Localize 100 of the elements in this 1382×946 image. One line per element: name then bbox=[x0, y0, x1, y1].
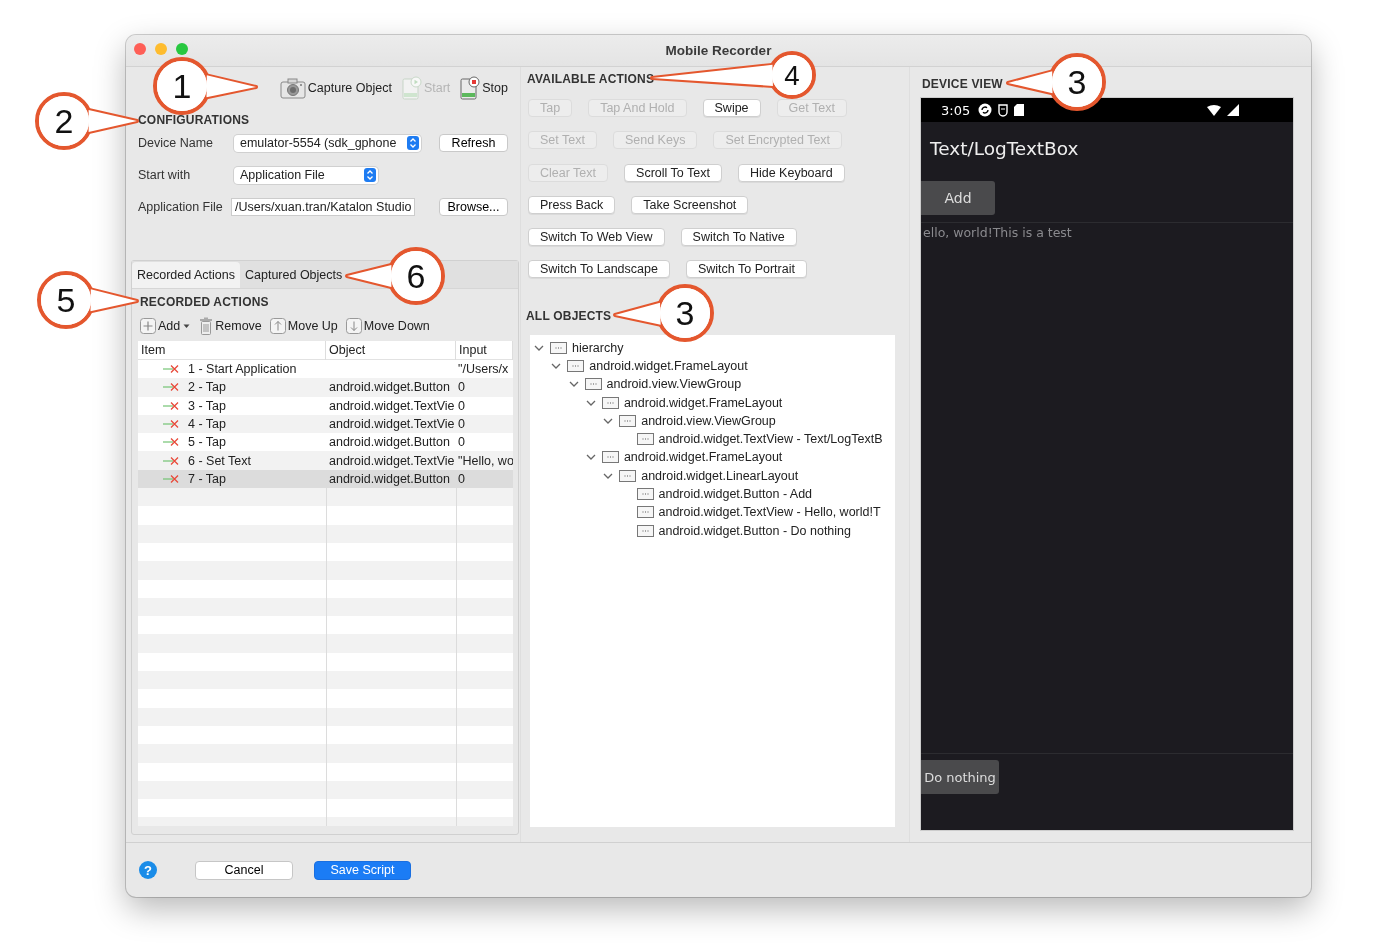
toolbar-button[interactable]: Capture Object bbox=[279, 77, 392, 99]
tree-item[interactable]: android.widget.Button - Do nothing bbox=[658, 523, 851, 538]
toolbar-button[interactable]: Remove bbox=[199, 317, 262, 335]
action-button[interactable]: Switch To Native bbox=[680, 228, 797, 247]
stepper-icon bbox=[364, 168, 376, 182]
field-label: Application File bbox=[138, 200, 224, 214]
table-cell-text: "/Users/x bbox=[457, 362, 510, 377]
table-cell-text: android.widget.TextVie bbox=[328, 398, 456, 413]
tree-item[interactable]: android.widget.Button - Add bbox=[658, 487, 813, 501]
section-heading: ALL OBJECTS bbox=[526, 309, 612, 324]
table-cell-text: 0 bbox=[457, 435, 466, 450]
table-cell-text: 0 bbox=[457, 471, 466, 486]
caret-icon bbox=[182, 323, 192, 329]
window-title: Mobile Recorder bbox=[665, 43, 772, 58]
shield-icon bbox=[998, 103, 1009, 117]
dropdown[interactable]: Application File bbox=[234, 166, 378, 184]
element-icon bbox=[601, 396, 619, 409]
phone-play-icon bbox=[401, 76, 422, 100]
field-label: Device Name bbox=[138, 136, 215, 150]
toolbar-button[interactable]: Move Down bbox=[345, 318, 430, 334]
table-cell-text: 6 - Set Text bbox=[187, 453, 251, 468]
tree-item[interactable]: android.widget.LinearLayout bbox=[641, 468, 799, 483]
element-icon bbox=[619, 469, 637, 482]
tree-item[interactable]: android.view.ViewGroup bbox=[606, 377, 742, 392]
browse-button[interactable]: Browse... bbox=[439, 198, 508, 216]
element-icon bbox=[550, 341, 567, 354]
table-cell-text: android.widget.Button bbox=[328, 380, 451, 395]
tree-item[interactable]: android.widget.TextView - Hello, world!T bbox=[658, 505, 881, 520]
field-label: Start with bbox=[138, 168, 192, 182]
close-button[interactable] bbox=[134, 43, 146, 55]
cancel-button[interactable]: Cancel bbox=[195, 860, 293, 880]
table-cell-text: 2 - Tap bbox=[187, 380, 226, 395]
section-heading: RECORDED ACTIONS bbox=[140, 295, 269, 309]
element-icon bbox=[584, 378, 602, 391]
signal-icon bbox=[1227, 104, 1239, 116]
element-icon bbox=[636, 488, 654, 500]
tree-item[interactable]: hierarchy bbox=[572, 340, 624, 355]
table-cell-text: android.widget.Button bbox=[328, 471, 451, 486]
element-icon bbox=[636, 524, 654, 537]
save-button[interactable]: Save Script bbox=[314, 860, 411, 880]
add-button[interactable]: Add bbox=[921, 181, 995, 215]
tree-item[interactable]: android.widget.FrameLayout bbox=[623, 395, 783, 410]
action-button[interactable]: Press Back bbox=[528, 195, 616, 214]
log-text: ello, world!This is a test bbox=[923, 225, 1072, 240]
section-heading: DEVICE VIEW bbox=[922, 77, 1003, 91]
action-button[interactable]: Switch To Web View bbox=[528, 228, 665, 247]
step-icon bbox=[163, 437, 180, 448]
action-button[interactable]: Swipe bbox=[702, 99, 761, 117]
element-icon bbox=[636, 506, 654, 519]
element-icon bbox=[636, 433, 654, 446]
action-button[interactable]: Switch To Landscape bbox=[528, 260, 670, 279]
app-title: Text/LogTextBox bbox=[930, 138, 1079, 159]
tab[interactable]: Captured Objects bbox=[240, 262, 348, 288]
stepper-icon bbox=[407, 136, 419, 150]
table-cell-text: android.widget.Button bbox=[328, 435, 451, 450]
table-cell-text: 7 - Tap bbox=[187, 471, 226, 486]
element-icon bbox=[619, 414, 637, 427]
table-cell-text: "Hello, wo bbox=[457, 453, 513, 468]
step-icon bbox=[163, 364, 180, 375]
step-icon bbox=[163, 455, 180, 466]
input-field[interactable]: /Users/xuan.tran/Katalon Studio bbox=[231, 198, 415, 216]
table-cell-text: 5 - Tap bbox=[187, 435, 226, 450]
tab[interactable]: Recorded Actions bbox=[132, 262, 240, 288]
help-button[interactable]: ? bbox=[139, 861, 157, 879]
sync-icon bbox=[978, 103, 993, 117]
action-button[interactable]: Take Screenshot bbox=[631, 195, 749, 214]
tree-item[interactable]: android.view.ViewGroup bbox=[641, 413, 776, 428]
step-icon bbox=[163, 382, 180, 393]
toolbar-button[interactable]: Stop bbox=[460, 76, 508, 100]
element-icon bbox=[567, 359, 585, 372]
trash-icon bbox=[199, 317, 214, 335]
table-cell-text: 4 - Tap bbox=[187, 417, 226, 432]
table-cell-text: 0 bbox=[457, 417, 466, 432]
toolbar-button[interactable]: Move Up bbox=[269, 318, 338, 334]
section-heading: AVAILABLE ACTIONS bbox=[527, 72, 655, 86]
table-cell-text: 0 bbox=[457, 380, 466, 395]
step-icon bbox=[163, 400, 180, 411]
status-time: 3:05 bbox=[941, 102, 971, 118]
table-cell-text: 0 bbox=[457, 398, 466, 413]
action-button[interactable]: Scroll To Text bbox=[624, 163, 722, 182]
action-button[interactable]: Hide Keyboard bbox=[737, 163, 845, 182]
tree-item[interactable]: android.widget.FrameLayout bbox=[623, 450, 783, 465]
tree-item[interactable]: android.widget.FrameLayout bbox=[589, 358, 748, 373]
section-heading: CONFIGURATIONS bbox=[138, 113, 250, 127]
toolbar-button[interactable]: Add bbox=[140, 318, 192, 334]
step-icon bbox=[163, 419, 180, 430]
camera-icon bbox=[279, 77, 306, 99]
phone-record-icon bbox=[460, 76, 481, 100]
tree-item[interactable]: android.widget.TextView - Text/LogTextB bbox=[658, 432, 883, 447]
dropdown[interactable]: emulator-5554 (sdk_gphone bbox=[234, 134, 421, 152]
action-button[interactable]: Switch To Portrait bbox=[685, 260, 807, 279]
table-cell-text: 1 - Start Application bbox=[187, 362, 297, 377]
plus-icon bbox=[140, 318, 156, 334]
table-cell-text: android.widget.TextVie bbox=[328, 417, 456, 432]
refresh-button[interactable]: Refresh bbox=[439, 134, 508, 152]
table-cell-text: android.widget.TextVie bbox=[328, 453, 456, 468]
step-icon bbox=[163, 473, 180, 484]
do-nothing-button[interactable]: Do nothing bbox=[921, 760, 999, 794]
table-cell-text: 3 - Tap bbox=[187, 398, 226, 413]
sd-card-icon bbox=[1014, 104, 1025, 116]
